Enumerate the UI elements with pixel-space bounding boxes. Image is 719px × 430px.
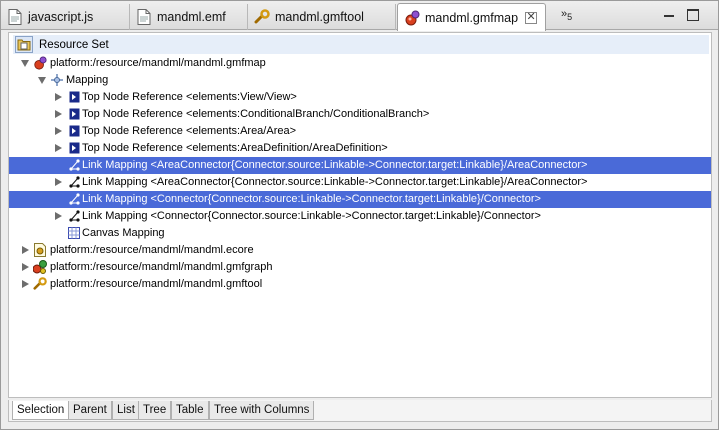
mapping-icon <box>50 73 64 87</box>
tree-item-label: platform:/resource/mandml/mandml.ecore <box>50 244 254 256</box>
tab-selection[interactable]: Selection <box>12 401 70 420</box>
gmftool-file-icon <box>33 277 47 291</box>
maximize-button[interactable] <box>687 9 699 21</box>
tree-item-link-mapping[interactable]: Link Mapping <AreaConnector{Connector.so… <box>9 174 711 191</box>
minimize-button[interactable] <box>663 9 675 21</box>
expand-toggle-icon[interactable] <box>55 178 62 186</box>
expand-toggle-icon[interactable] <box>21 60 29 67</box>
tab-mandml-gmftool[interactable]: mandml.gmftool <box>248 4 396 30</box>
javascript-file-icon <box>7 9 23 25</box>
tab-tree[interactable]: Tree <box>138 401 172 420</box>
tree-item-label: Top Node Reference <elements:AreaDefinit… <box>82 142 388 154</box>
tab-tree-with-columns[interactable]: Tree with Columns <box>209 401 315 420</box>
editor-window: javascript.js mandml.emf mandml.gmftool … <box>0 0 719 430</box>
expand-toggle-icon[interactable] <box>55 127 62 135</box>
expand-toggle-icon[interactable] <box>55 110 62 118</box>
tab-mandml-emf[interactable]: mandml.emf <box>130 4 248 30</box>
tree-item-label: platform:/resource/mandml/mandml.gmftool <box>50 278 263 290</box>
tree-item-link-mapping[interactable]: Link Mapping <Connector{Connector.source… <box>9 208 711 225</box>
tree-item-label: Link Mapping <AreaConnector{Connector.so… <box>82 176 588 188</box>
gmfmap-file-icon <box>33 56 47 70</box>
tree-item-gmftool-resource[interactable]: platform:/resource/mandml/mandml.gmftool <box>9 276 711 293</box>
tree-item-top-node-reference[interactable]: Top Node Reference <elements:Area/Area> <box>9 123 711 140</box>
tree-item-label: Top Node Reference <elements:View/View> <box>82 91 297 103</box>
ecore-file-icon <box>33 243 47 257</box>
tree-item-top-node-reference[interactable]: Top Node Reference <elements:AreaDefinit… <box>9 140 711 157</box>
tree-item-ecore-resource[interactable]: platform:/resource/mandml/mandml.ecore <box>9 242 711 259</box>
tree-item-label: platform:/resource/mandml/mandml.gmfgrap… <box>50 261 273 273</box>
tree-item-label: Link Mapping <AreaConnector{Connector.so… <box>82 159 588 171</box>
tree-item-top-node-reference[interactable]: Top Node Reference <elements:View/View> <box>9 89 711 106</box>
top-node-reference-icon <box>67 90 81 104</box>
tree-item-gmfgraph-resource[interactable]: platform:/resource/mandml/mandml.gmfgrap… <box>9 259 711 276</box>
tab-list[interactable]: List <box>112 401 140 420</box>
gmfgraph-file-icon <box>33 260 47 274</box>
tree-item-label: Link Mapping <Connector{Connector.source… <box>82 193 541 205</box>
tab-label: javascript.js <box>28 10 94 24</box>
resource-tree: platform:/resource/mandml/mandml.gmfmap … <box>9 55 711 293</box>
tree-item-top-node-reference[interactable]: Top Node Reference <elements:Conditional… <box>9 106 711 123</box>
tree-item-gmfmap-resource[interactable]: platform:/resource/mandml/mandml.gmfmap <box>9 55 711 72</box>
overflow-count: 5 <box>567 12 573 22</box>
expand-toggle-icon[interactable] <box>55 93 62 101</box>
top-node-reference-icon <box>67 107 81 121</box>
expand-toggle-icon[interactable] <box>22 280 29 288</box>
expand-toggle-icon[interactable] <box>38 77 46 84</box>
expand-toggle-icon[interactable] <box>22 263 29 271</box>
tab-table[interactable]: Table <box>171 401 209 420</box>
tree-item-link-mapping[interactable]: Link Mapping <AreaConnector{Connector.so… <box>9 157 711 174</box>
tab-parent[interactable]: Parent <box>68 401 112 420</box>
tab-label: mandml.gmftool <box>275 10 364 24</box>
tab-label: mandml.gmfmap <box>425 10 519 25</box>
link-mapping-icon <box>67 175 81 189</box>
tab-overflow-button[interactable]: »5 <box>561 8 573 22</box>
tree-item-mapping[interactable]: Mapping <box>9 72 711 89</box>
tree-item-canvas-mapping[interactable]: Canvas Mapping <box>9 225 711 242</box>
expand-toggle-icon[interactable] <box>55 212 62 220</box>
resource-set-label: Resource Set <box>39 38 109 51</box>
editor-area: Resource Set platform:/resource/mandml/m… <box>8 32 712 398</box>
tree-item-label: Top Node Reference <elements:Area/Area> <box>82 125 297 137</box>
link-mapping-icon <box>67 209 81 223</box>
editor-page-tabs: Selection Parent List Tree Table Tree wi… <box>8 400 712 422</box>
link-mapping-icon <box>67 192 81 206</box>
top-node-reference-icon <box>67 141 81 155</box>
editor-tab-bar: javascript.js mandml.emf mandml.gmftool … <box>1 1 718 31</box>
expand-toggle-icon[interactable] <box>22 246 29 254</box>
tree-item-link-mapping[interactable]: Link Mapping <Connector{Connector.source… <box>9 191 711 208</box>
tab-label: mandml.emf <box>157 10 226 24</box>
tree-item-label: platform:/resource/mandml/mandml.gmfmap <box>50 57 266 69</box>
link-mapping-icon <box>67 158 81 172</box>
expand-toggle-icon[interactable] <box>55 144 62 152</box>
tab-mandml-gmfmap[interactable]: mandml.gmfmap ✕ <box>397 3 546 31</box>
resource-set-icon <box>15 36 33 53</box>
emf-file-icon <box>136 9 152 25</box>
tab-javascript-js[interactable]: javascript.js <box>1 4 130 30</box>
canvas-mapping-icon <box>67 226 81 240</box>
close-icon[interactable]: ✕ <box>525 11 538 24</box>
tree-item-label: Top Node Reference <elements:Conditional… <box>82 108 430 120</box>
gmftool-file-icon <box>254 9 270 25</box>
tree-item-label: Canvas Mapping <box>82 227 165 239</box>
gmfmap-file-icon <box>404 10 420 26</box>
top-node-reference-icon <box>67 124 81 138</box>
tree-item-label: Mapping <box>66 74 109 86</box>
tree-item-label: Link Mapping <Connector{Connector.source… <box>82 210 541 222</box>
resource-set-row[interactable]: Resource Set <box>13 35 709 54</box>
